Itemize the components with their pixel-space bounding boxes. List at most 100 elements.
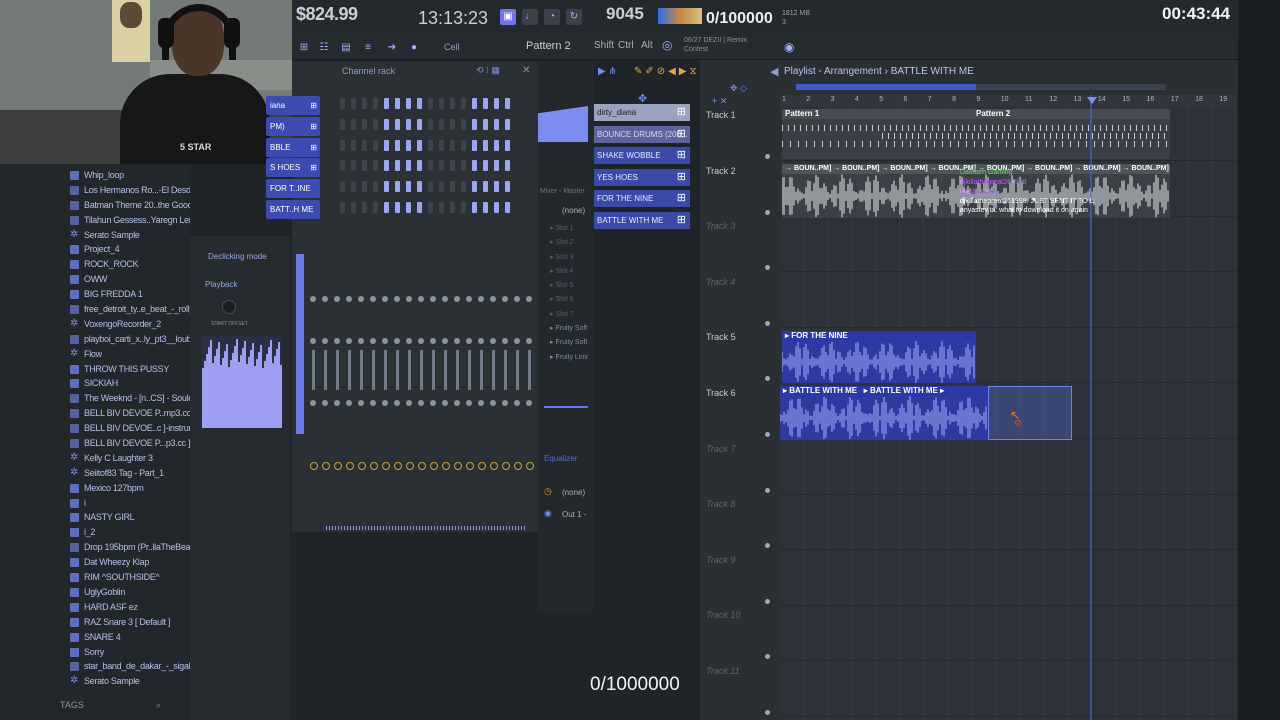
- step-button[interactable]: [406, 98, 411, 109]
- channel-button[interactable]: PM) ⊞: [266, 116, 320, 136]
- rack-knob[interactable]: [430, 338, 436, 344]
- browser-item[interactable]: NASTY GIRL: [0, 510, 190, 525]
- step-button[interactable]: [340, 160, 345, 172]
- rack-knob[interactable]: [382, 462, 390, 470]
- rack-knob[interactable]: [502, 338, 508, 344]
- equalizer-label[interactable]: Equalizer: [544, 454, 577, 463]
- rack-fader[interactable]: [420, 350, 423, 390]
- effect-slot[interactable]: ▸ Fruity Soft: [538, 336, 594, 350]
- plugin-icon[interactable]: ➔: [384, 40, 400, 56]
- channel-button[interactable]: BATT..H ME ⊞: [266, 200, 320, 219]
- browser-item[interactable]: ✲ Serato Sample: [0, 674, 190, 689]
- rack-fader[interactable]: [432, 350, 435, 390]
- rack-knob[interactable]: [322, 296, 328, 302]
- rack-knob[interactable]: [370, 338, 376, 344]
- track-mute-dot[interactable]: [765, 598, 770, 604]
- output-route[interactable]: Out 1 -: [562, 510, 586, 519]
- rack-fader[interactable]: [456, 350, 459, 390]
- browser-item[interactable]: The Weeknd - [n..CS] - Souless80: [0, 391, 190, 406]
- piano-roll-icon[interactable]: ☷: [316, 40, 332, 56]
- search-icon[interactable]: ⌕: [156, 700, 161, 711]
- step-button[interactable]: [439, 181, 444, 193]
- rack-knob[interactable]: [502, 462, 510, 470]
- declicking-mode-label[interactable]: Declicking mode: [208, 252, 267, 261]
- rack-knob[interactable]: [454, 296, 460, 302]
- step-button[interactable]: [494, 98, 499, 109]
- step-button[interactable]: [351, 98, 356, 109]
- rack-knob[interactable]: [490, 296, 496, 302]
- rack-knob[interactable]: [478, 462, 486, 470]
- step-button[interactable]: [439, 160, 444, 172]
- step-button[interactable]: [373, 98, 378, 109]
- pattern-clip[interactable]: Pattern 1 Pattern 2: [782, 109, 1170, 159]
- step-button[interactable]: [472, 202, 477, 213]
- step-button[interactable]: [505, 98, 510, 109]
- step-button[interactable]: [406, 202, 411, 213]
- step-button[interactable]: [505, 202, 510, 213]
- rack-knob[interactable]: [370, 296, 376, 302]
- mic-icon[interactable]: ●: [406, 40, 422, 56]
- rack-knob[interactable]: [394, 338, 400, 344]
- rack-knob[interactable]: [466, 338, 472, 344]
- tempo-display[interactable]: 9045: [606, 4, 644, 24]
- rack-fader[interactable]: [468, 350, 471, 390]
- track-label[interactable]: Track 1: [706, 110, 776, 120]
- rack-knob[interactable]: [358, 338, 364, 344]
- rack-knob[interactable]: [346, 400, 352, 406]
- rack-fader[interactable]: [360, 350, 363, 390]
- step-button[interactable]: [362, 118, 367, 130]
- rack-knob[interactable]: [454, 462, 462, 470]
- step-button[interactable]: [472, 139, 477, 151]
- picker-add-icon[interactable]: ⊞: [677, 104, 686, 121]
- browser-item[interactable]: THROW THIS PUSSY: [0, 362, 190, 377]
- rack-fader[interactable]: [444, 350, 447, 390]
- rack-knob[interactable]: [334, 296, 340, 302]
- step-button[interactable]: [351, 202, 356, 213]
- step-button[interactable]: [483, 202, 488, 213]
- step-button[interactable]: [340, 181, 345, 193]
- channel-expand-icon[interactable]: ⊞: [310, 158, 317, 177]
- step-button[interactable]: [472, 160, 477, 172]
- step-button[interactable]: [461, 98, 466, 109]
- channel-rack-menu-icons[interactable]: ⟲ ⁝ ▦: [476, 65, 500, 76]
- rack-knob[interactable]: [430, 296, 436, 302]
- step-button[interactable]: [439, 139, 444, 151]
- rack-knob[interactable]: [418, 462, 426, 470]
- rack-knob[interactable]: [466, 400, 472, 406]
- rack-knob[interactable]: [502, 400, 508, 406]
- rack-knob[interactable]: [514, 296, 520, 302]
- step-button[interactable]: [450, 202, 455, 213]
- rack-knob[interactable]: [466, 296, 472, 302]
- step-button[interactable]: [439, 202, 444, 213]
- track-label[interactable]: Track 2: [706, 166, 776, 176]
- step-button[interactable]: [483, 181, 488, 193]
- rack-knob[interactable]: [490, 338, 496, 344]
- step-button[interactable]: [483, 118, 488, 130]
- step-button[interactable]: [351, 139, 356, 151]
- rack-knob[interactable]: [370, 400, 376, 406]
- step-button[interactable]: [340, 139, 345, 151]
- rack-fader[interactable]: [408, 350, 411, 390]
- step-button[interactable]: [483, 98, 488, 109]
- step-button[interactable]: [450, 139, 455, 151]
- rack-knob[interactable]: [382, 338, 388, 344]
- rack-knob[interactable]: [346, 296, 352, 302]
- rack-fader[interactable]: [492, 350, 495, 390]
- channel-button[interactable]: S HOES ⊞: [266, 158, 320, 178]
- track-label[interactable]: Track 8: [706, 499, 776, 509]
- browser-item[interactable]: ✲ Kelly C Laughter 3: [0, 451, 190, 466]
- step-button[interactable]: [373, 160, 378, 172]
- rack-knob[interactable]: [406, 462, 414, 470]
- metronome-icon[interactable]: ♩: [522, 9, 538, 25]
- rack-knob[interactable]: [526, 338, 532, 344]
- audio-clip-for-the-nine[interactable]: ▸ FOR THE NINE: [782, 331, 976, 383]
- step-button[interactable]: [428, 139, 433, 151]
- rack-fader[interactable]: [312, 350, 315, 390]
- rack-knob[interactable]: [406, 338, 412, 344]
- rack-knob[interactable]: [322, 400, 328, 406]
- browser-item[interactable]: playboi_carti_x..ly_pt3__loubeats: [0, 332, 190, 347]
- rack-fader[interactable]: [396, 350, 399, 390]
- step-button[interactable]: [395, 160, 400, 172]
- step-button[interactable]: [417, 160, 422, 172]
- rack-knob[interactable]: [454, 400, 460, 406]
